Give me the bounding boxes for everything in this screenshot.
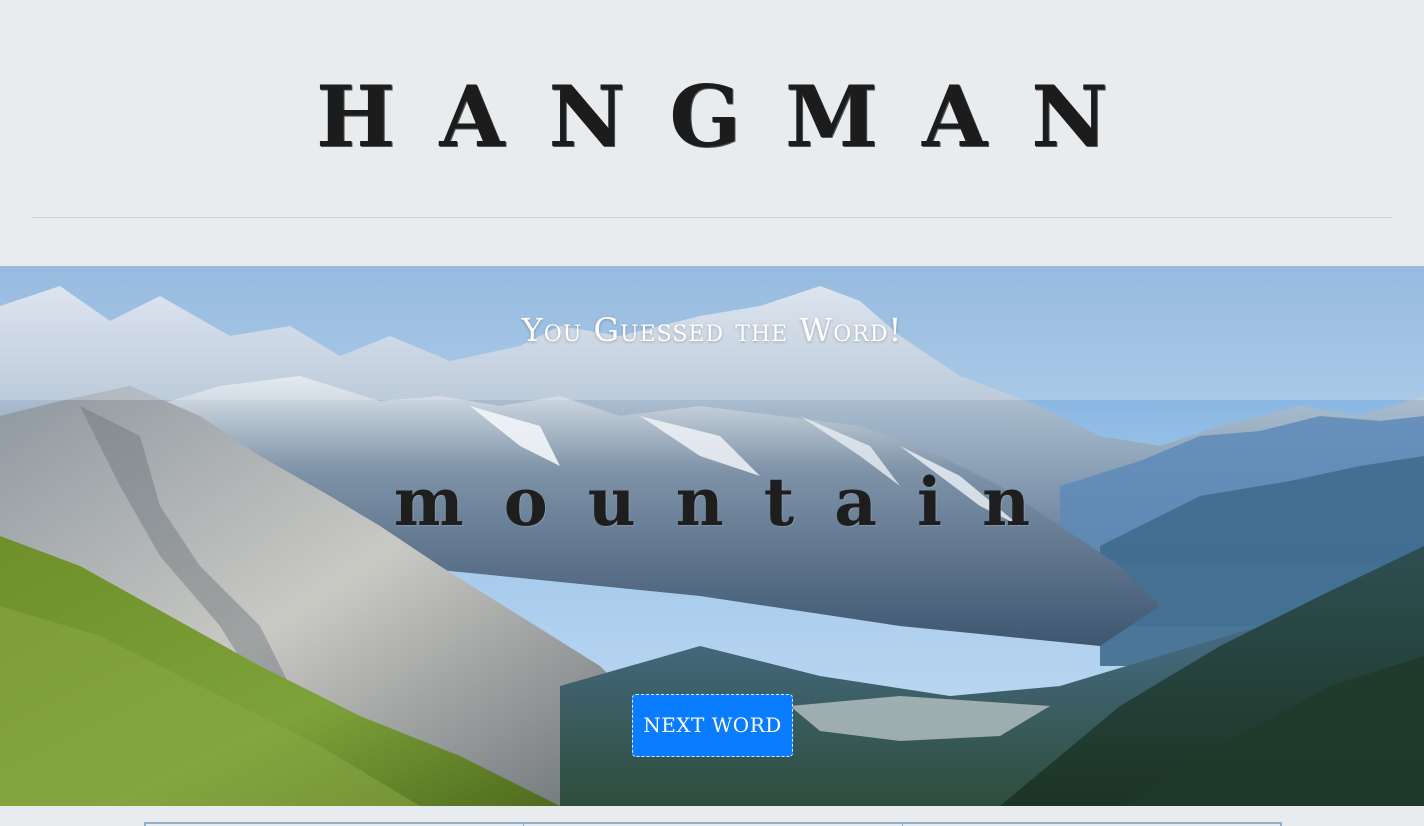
- header: HANGMAN: [0, 0, 1424, 266]
- letter-section: [0, 806, 1424, 826]
- hero-section: You Guessed the Word! mountain NEXT WORD: [0, 266, 1424, 806]
- next-word-button[interactable]: NEXT WORD: [632, 694, 793, 757]
- result-message: You Guessed the Word!: [521, 311, 903, 349]
- letter-table: [144, 822, 1282, 826]
- revealed-word: mountain: [393, 463, 1071, 541]
- page-title: HANGMAN: [316, 67, 1152, 166]
- header-divider: [32, 217, 1392, 218]
- hangman-page: HANGMAN You Guessed the Word! mountain N…: [0, 0, 1424, 826]
